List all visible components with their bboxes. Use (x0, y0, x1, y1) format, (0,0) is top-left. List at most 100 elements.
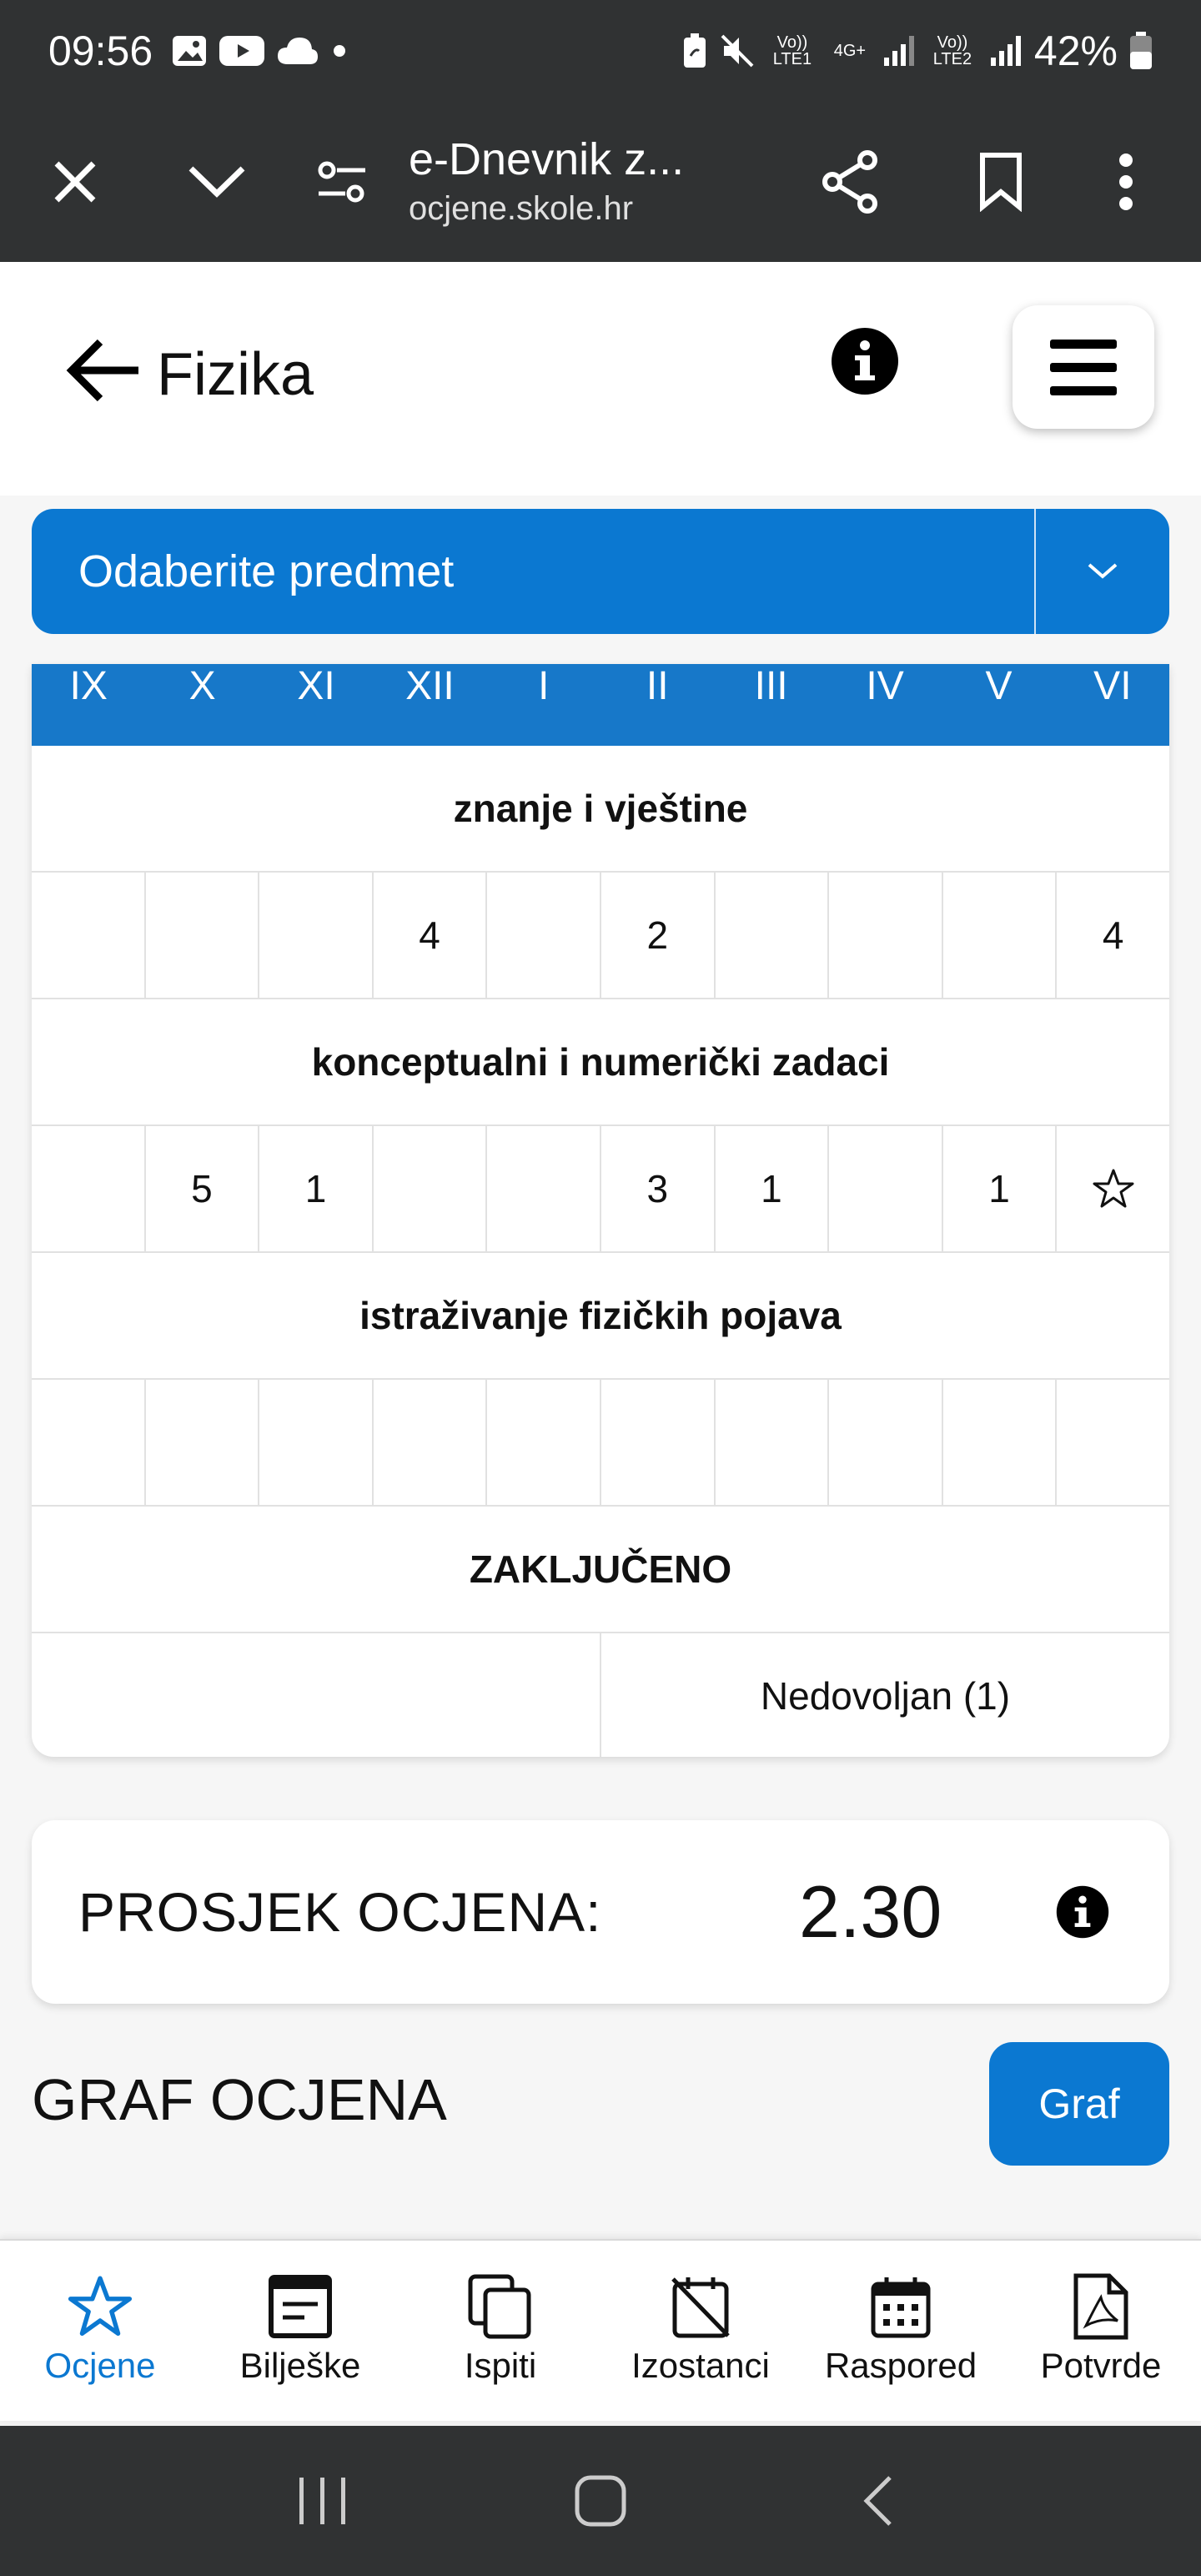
home-button[interactable] (559, 2459, 642, 2543)
app-header: Fizika (0, 262, 1201, 496)
grade-cell[interactable]: 1 (943, 1126, 1058, 1251)
battery-percent: 42% (1033, 28, 1118, 74)
grade-cell (487, 1126, 601, 1251)
grade-cell (1057, 1380, 1169, 1505)
grade-cell[interactable]: 5 (146, 1126, 260, 1251)
cloud-icon (278, 38, 319, 64)
grade-cell (487, 873, 601, 998)
subject-select-label: Odaberite predmet (78, 546, 455, 596)
site-settings-button[interactable] (292, 132, 392, 232)
arrow-left-icon (66, 339, 138, 402)
page-url: ocjene.skole.hr (409, 190, 634, 227)
star-icon (64, 2271, 136, 2342)
sim2-label: Vo)) LTE2 (932, 33, 972, 68)
grade-cell (146, 873, 260, 998)
star-outline-icon (1093, 1169, 1134, 1208)
grade-cell[interactable]: 2 (601, 873, 716, 998)
grade-cell (374, 1126, 488, 1251)
grade-cell (943, 873, 1058, 998)
gallery-icon (173, 36, 207, 66)
back-button[interactable] (62, 329, 145, 412)
average-info-button[interactable] (1056, 1885, 1109, 1939)
grade-cell (716, 1380, 830, 1505)
chevron-left-icon (863, 2476, 892, 2526)
status-time: 09:56 (48, 28, 153, 74)
nav-item-izostanci[interactable]: Izostanci (600, 2241, 801, 2421)
subject-info-button[interactable] (831, 327, 899, 395)
nav-label: Izostanci (631, 2346, 770, 2385)
month-header: III (754, 664, 788, 708)
bookmark-button[interactable] (951, 132, 1051, 232)
grade-row: 4 2 4 (32, 873, 1169, 999)
grade-cell[interactable]: 3 (601, 1126, 716, 1251)
final-grade-left (32, 1633, 601, 1757)
grade-cell (829, 1380, 943, 1505)
address-area[interactable]: e-Dnevnik z... ocjene.skole.hr (409, 133, 801, 231)
grade-cell[interactable]: 1 (716, 1126, 830, 1251)
months-header-row: IX X XI XII I II III IV V VI (32, 664, 1169, 746)
back-system-button[interactable] (837, 2459, 920, 2543)
nav-item-raspored[interactable]: Raspored (801, 2241, 1001, 2421)
grade-row: 5 1 3 1 1 (32, 1126, 1169, 1253)
info-icon (832, 328, 898, 395)
page-title: e-Dnevnik z... (409, 134, 685, 184)
select-dropdown-button[interactable] (1036, 509, 1169, 634)
battery-icon (1130, 32, 1152, 69)
grade-cell (32, 1126, 146, 1251)
grade-cell (259, 1380, 374, 1505)
bottom-navigation: Ocjene Bilješke Ispiti Izostanci Raspore… (0, 2239, 1201, 2421)
share-button[interactable] (801, 132, 901, 232)
close-tab-button[interactable] (25, 132, 125, 232)
grade-cell (32, 873, 146, 998)
mute-icon (721, 34, 754, 68)
nav-item-biljeske[interactable]: Bilješke (200, 2241, 400, 2421)
month-header: XII (405, 664, 455, 708)
more-vert-icon (1119, 153, 1133, 210)
menu-button[interactable] (1013, 305, 1154, 429)
subject-select[interactable]: Odaberite predmet (32, 509, 1169, 634)
chevron-down-icon (188, 166, 245, 198)
pdf-icon (1065, 2271, 1137, 2342)
dot-icon (334, 45, 346, 57)
nav-item-ispiti[interactable]: Ispiti (400, 2241, 600, 2421)
grade-cell[interactable]: 4 (1057, 873, 1169, 998)
grade-cell[interactable]: 1 (259, 1126, 374, 1251)
final-grade-row: Nedovoljan (1) (32, 1633, 1169, 1757)
recent-apps-icon (299, 2478, 345, 2524)
recent-apps-button[interactable] (281, 2459, 364, 2543)
system-status-icons: Vo)) LTE1 4G+ Vo)) LTE2 42% (682, 27, 1153, 75)
grade-row (32, 1380, 1169, 1507)
subject-title: Fizika (157, 341, 314, 408)
info-icon (1056, 1885, 1109, 1939)
month-header: IV (866, 664, 904, 708)
month-header: VI (1093, 664, 1132, 708)
grade-cell (487, 1380, 601, 1505)
nfc-icon (683, 33, 706, 68)
grades-table: IX X XI XII I II III IV V VI znanje i vj… (32, 664, 1169, 1757)
grade-cell (943, 1380, 1058, 1505)
home-icon (575, 2475, 626, 2527)
notes-icon (264, 2271, 336, 2342)
nav-label: Ocjene (44, 2346, 156, 2385)
nav-label: Raspored (824, 2346, 977, 2385)
grade-cell[interactable]: 4 (374, 873, 488, 998)
month-header: IX (69, 664, 108, 708)
minimize-button[interactable] (167, 132, 267, 232)
month-header: I (538, 664, 550, 708)
grade-cell (32, 1380, 146, 1505)
month-header: X (188, 664, 216, 708)
nav-item-potvrde[interactable]: Potvrde (1001, 2241, 1201, 2421)
star-grade-cell[interactable] (1057, 1126, 1169, 1251)
graph-button[interactable]: Graf (989, 2042, 1169, 2166)
average-value: 2.30 (799, 1870, 942, 1953)
more-options-button[interactable] (1076, 132, 1176, 232)
youtube-icon (219, 36, 265, 66)
copy-icon (465, 2271, 536, 2342)
calendar-off-icon (665, 2271, 736, 2342)
nav-label: Bilješke (239, 2346, 361, 2385)
nav-item-ocjene[interactable]: Ocjene (0, 2241, 200, 2421)
nav-label: Potvrde (1040, 2346, 1162, 2385)
browser-toolbar: e-Dnevnik z... ocjene.skole.hr (0, 102, 1201, 262)
system-navigation-bar (0, 2426, 1201, 2576)
final-grade-value: Nedovoljan (1) (760, 1674, 1011, 1718)
